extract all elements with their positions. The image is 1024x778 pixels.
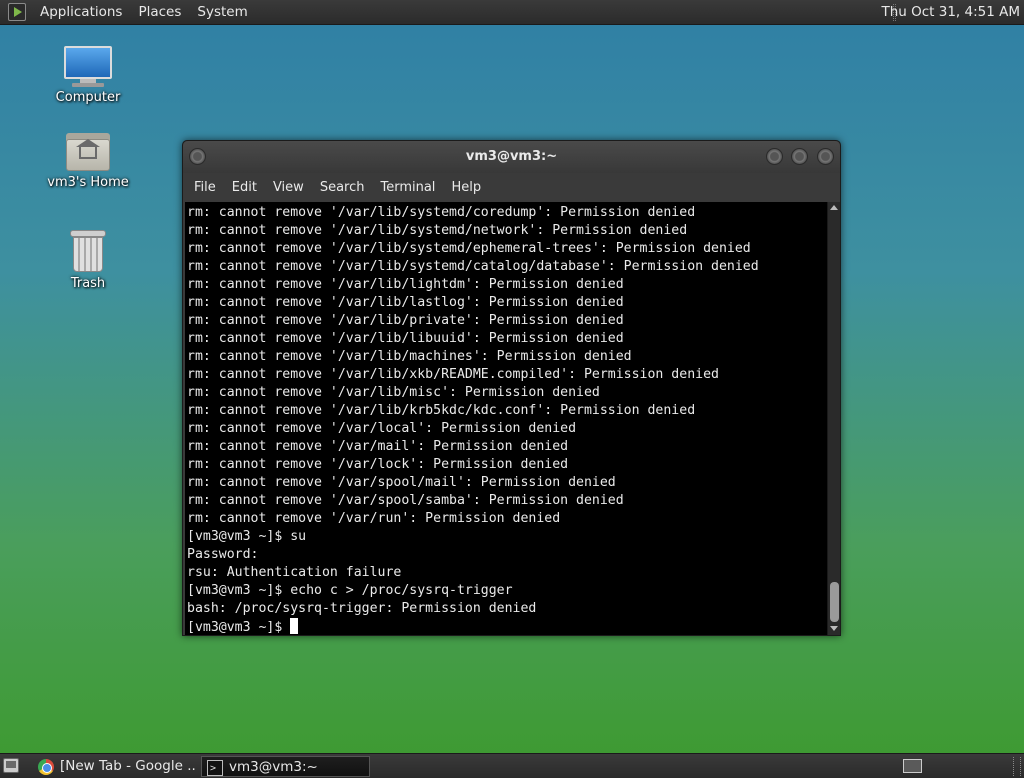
desktop-icon-label: Trash [70,276,106,291]
window-title: vm3@vm3:~ [465,149,558,164]
home-folder-icon [66,131,110,171]
terminal-prompt-line[interactable]: [vm3@vm3 ~]$ [187,618,827,635]
terminal-line: rm: cannot remove '/var/lib/lightdm': Pe… [187,277,624,292]
scroll-up-arrow-icon[interactable] [830,205,838,210]
terminal-line: rm: cannot remove '/var/lib/private': Pe… [187,313,624,328]
terminal-line: rm: cannot remove '/var/mail': Permissio… [187,439,569,454]
terminal-prompt: [vm3@vm3 ~]$ [187,620,291,635]
terminal-line: rm: cannot remove '/var/lib/krb5kdc/kdc.… [187,403,696,418]
terminal-line: rm: cannot remove '/var/lib/misc': Permi… [187,385,600,400]
terminal-line: bash: /proc/sysrq-trigger: Permission de… [187,601,537,616]
maximize-button[interactable] [791,148,808,165]
taskbar-item-label: [New Tab - Google ... [60,758,197,774]
terminal-window: vm3@vm3:~ File Edit View Search Terminal… [182,140,841,636]
scrollbar-thumb[interactable] [830,582,839,622]
trash-icon [70,230,106,272]
terminal-line: rm: cannot remove '/var/lib/systemd/netw… [187,223,688,238]
menu-terminal[interactable]: Terminal [373,180,442,195]
menu-system[interactable]: System [189,0,255,25]
terminal-line: rm: cannot remove '/var/lib/lastlog': Pe… [187,295,624,310]
menu-help[interactable]: Help [444,180,488,195]
menu-applications[interactable]: Applications [32,0,130,25]
terminal-icon [207,758,223,776]
chrome-icon [38,759,54,775]
menu-edit[interactable]: Edit [225,180,264,195]
desktop-icon-computer[interactable]: Computer [43,46,133,105]
applications-logo-icon[interactable] [8,3,26,21]
taskbar-item-label: vm3@vm3:~ [229,759,318,775]
taskbar-item-chrome[interactable]: [New Tab - Google ... [33,756,197,777]
clock[interactable]: Thu Oct 31, 4:51 AM [873,0,1024,25]
terminal-line: rm: cannot remove '/var/lock': Permissio… [187,457,569,472]
terminal-output[interactable]: rm: cannot remove '/var/lib/systemd/core… [185,202,827,635]
terminal-line: rm: cannot remove '/var/lib/systemd/core… [187,205,696,220]
terminal-cursor [290,618,299,634]
terminal-menubar: File Edit View Search Terminal Help [183,173,840,202]
scroll-down-arrow-icon[interactable] [830,626,838,631]
desktop-icon-label: vm3's Home [47,175,129,190]
desktop-icon-home[interactable]: vm3's Home [43,131,133,190]
terminal-line: [vm3@vm3 ~]$ su [187,529,307,544]
terminal-line: rm: cannot remove '/var/lib/machines': P… [187,349,632,364]
terminal-line: rm: cannot remove '/var/local': Permissi… [187,421,577,436]
bottom-panel: [New Tab - Google ... vm3@vm3:~ [0,753,1024,778]
desktop-icon-trash[interactable]: Trash [43,230,133,291]
panel-handle [1013,757,1021,776]
terminal-line: Password: [187,547,259,562]
top-panel: Applications Places System Thu Oct 31, 4… [0,0,1024,25]
terminal-line: rm: cannot remove '/var/run': Permission… [187,511,561,526]
terminal-line: rm: cannot remove '/var/spool/mail': Per… [187,475,616,490]
terminal-scrollbar[interactable] [827,202,840,635]
show-desktop-icon[interactable] [3,758,19,773]
terminal-line: rm: cannot remove '/var/lib/libuuid': Pe… [187,331,624,346]
terminal-line: [vm3@vm3 ~]$ echo c > /proc/sysrq-trigge… [187,583,513,598]
menu-file[interactable]: File [187,180,223,195]
desktop-icon-label: Computer [55,90,121,105]
window-menu-button[interactable] [189,148,206,165]
close-button[interactable] [817,148,834,165]
computer-icon [64,46,112,87]
terminal-line: rsu: Authentication failure [187,565,402,580]
menu-search[interactable]: Search [313,180,372,195]
window-titlebar[interactable]: vm3@vm3:~ [183,141,840,173]
terminal-line: rm: cannot remove '/var/lib/systemd/cata… [187,259,759,274]
workspace-switcher[interactable] [903,759,922,773]
minimize-button[interactable] [766,148,783,165]
taskbar-item-terminal[interactable]: vm3@vm3:~ [201,756,370,777]
terminal-line: rm: cannot remove '/var/spool/samba': Pe… [187,493,624,508]
menu-places[interactable]: Places [130,0,189,25]
menu-view[interactable]: View [266,180,311,195]
terminal-line: rm: cannot remove '/var/lib/systemd/ephe… [187,241,751,256]
terminal-line: rm: cannot remove '/var/lib/xkb/README.c… [187,367,719,382]
